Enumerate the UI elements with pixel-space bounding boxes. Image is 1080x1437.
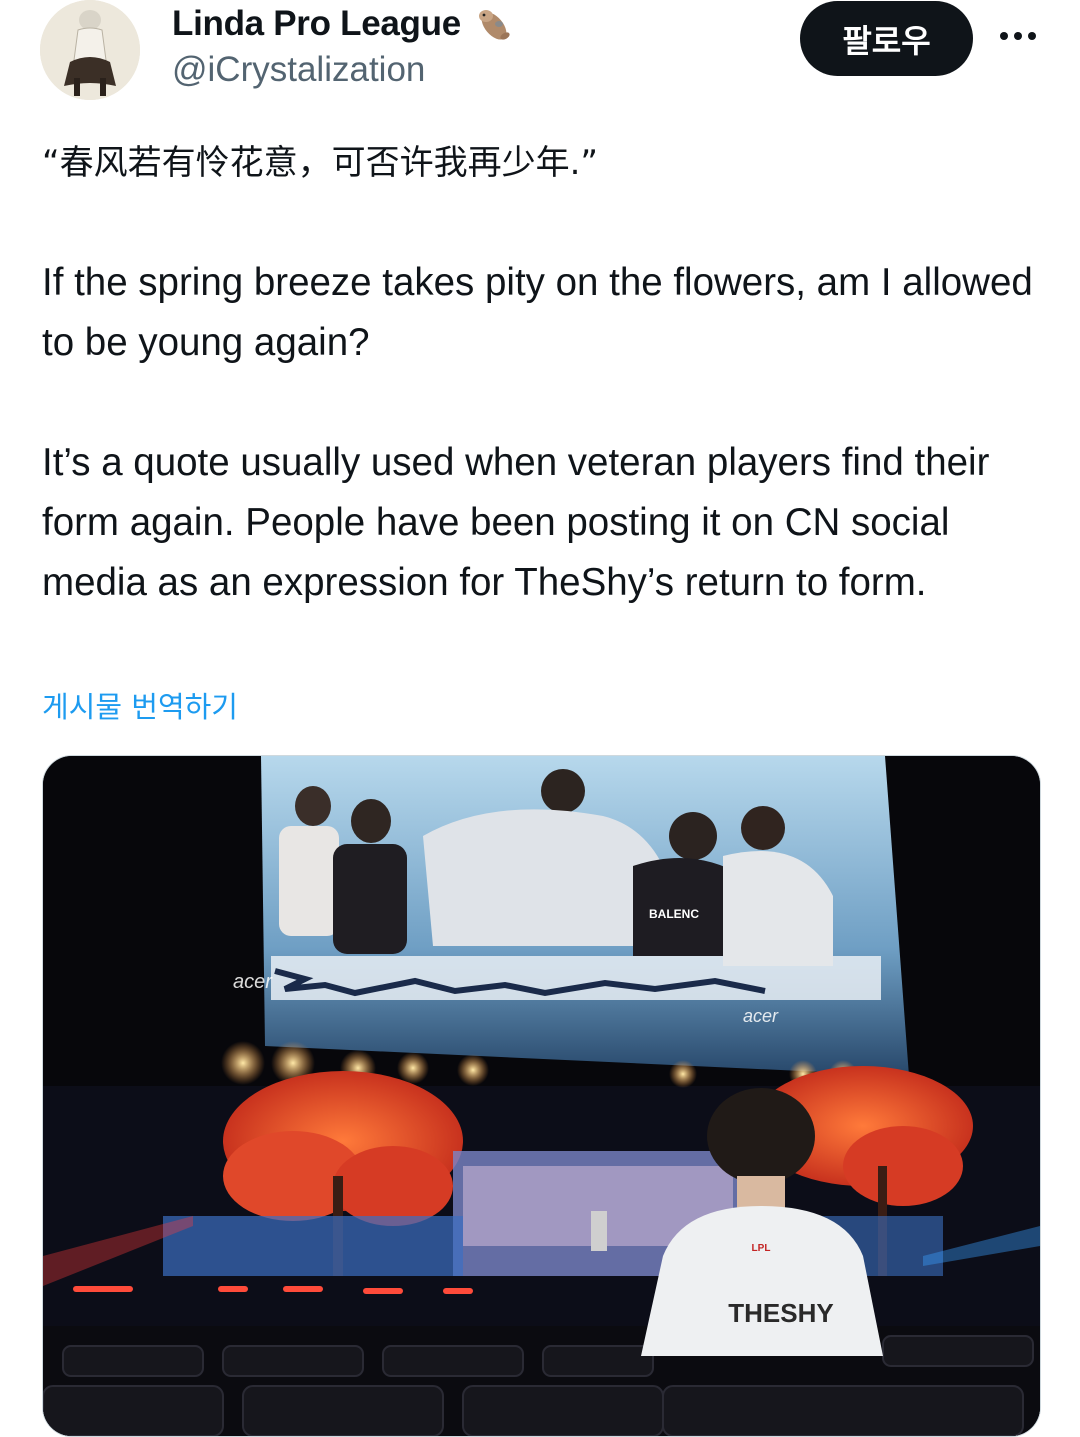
display-name[interactable]: Linda Pro League: [172, 4, 461, 44]
photo-icon: BALENC acer acer LPL THESHY: [43, 756, 1040, 1436]
jersey-badge: LPL: [752, 1243, 771, 1254]
post-body: “春风若有怜花意，可否许我再少年.” If the spring breeze …: [42, 133, 1052, 613]
more-options-icon[interactable]: [996, 24, 1040, 48]
author-handle[interactable]: @iCrystalization: [172, 50, 517, 90]
screen-logo-left: acer: [233, 971, 273, 993]
post-image[interactable]: BALENC acer acer LPL THESHY: [42, 755, 1041, 1437]
post-header: Linda Pro League @iCrystalization 팔로우: [0, 0, 1080, 110]
author-names: Linda Pro League @iCrystalization: [172, 2, 517, 90]
translate-post-link[interactable]: 게시물 번역하기: [42, 684, 238, 726]
avatar[interactable]: [40, 0, 140, 100]
explanation-text: It’s a quote usually used when veteran p…: [42, 441, 990, 604]
screen-logo-right: acer: [743, 1006, 779, 1026]
chinese-quote: “春风若有怜花意，可否许我再少年.”: [42, 143, 599, 183]
trophy: [591, 1211, 607, 1251]
otter-emoji-icon: [478, 10, 510, 40]
follow-button[interactable]: 팔로우: [800, 1, 973, 76]
english-translation: If the spring breeze takes pity on the f…: [42, 261, 1033, 364]
jersey-name: THESHY: [728, 1298, 833, 1328]
audience-seats: [43, 1326, 1040, 1436]
avatar-image: [40, 0, 140, 100]
display-name-row: Linda Pro League: [172, 2, 517, 46]
stage-screen: BALENC acer acer: [233, 756, 909, 1076]
shirt-text: BALENC: [649, 907, 699, 921]
